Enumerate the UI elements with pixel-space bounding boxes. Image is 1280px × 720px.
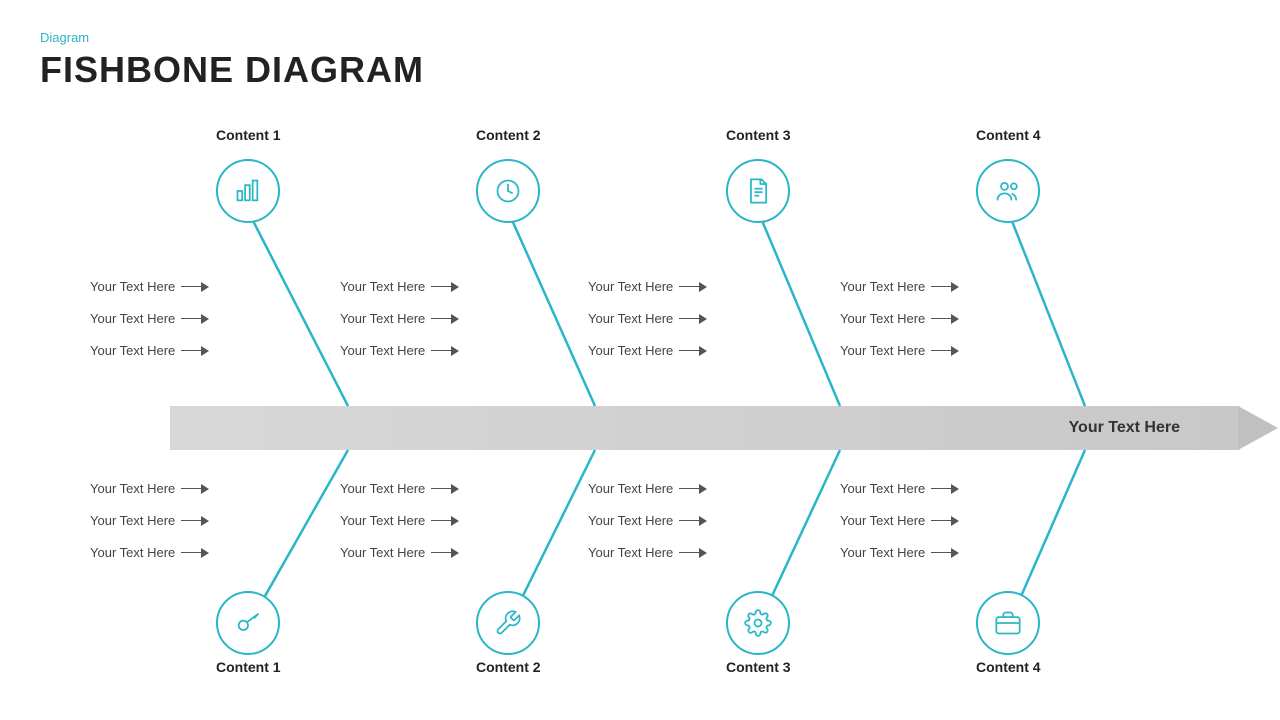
top2-icon-circle [476, 159, 540, 223]
arrow-icon [679, 282, 707, 292]
clock-icon [494, 177, 522, 205]
arrow-icon [679, 346, 707, 356]
bot3-label: Content 3 [726, 659, 790, 675]
diagram-area: Your Text Here Content 1 Your Text Here … [40, 111, 1240, 671]
spine-bar: Your Text Here [170, 406, 1240, 450]
top3-text2: Your Text Here [588, 311, 707, 326]
arrow-icon [931, 314, 959, 324]
bot1-text1: Your Text Here [90, 481, 209, 496]
arrow-icon [931, 282, 959, 292]
briefcase-icon [994, 609, 1022, 637]
bot1-label: Content 1 [216, 659, 280, 675]
top2-label: Content 2 [476, 127, 540, 143]
top3-text3: Your Text Here [588, 343, 707, 358]
bot1-icon-circle [216, 591, 280, 655]
top2-text3: Your Text Here [340, 343, 459, 358]
arrow-icon [181, 282, 209, 292]
bot3-text1: Your Text Here [588, 481, 707, 496]
arrow-icon [679, 484, 707, 494]
bot3-text2: Your Text Here [588, 513, 707, 528]
top2-text2: Your Text Here [340, 311, 459, 326]
bot3-text3: Your Text Here [588, 545, 707, 560]
arrow-icon [931, 346, 959, 356]
arrow-icon [431, 346, 459, 356]
wrench-icon [494, 609, 522, 637]
gear-icon [744, 609, 772, 637]
top3-label: Content 3 [726, 127, 790, 143]
arrow-icon [431, 314, 459, 324]
arrow-icon [931, 548, 959, 558]
bar-chart-icon [234, 177, 262, 205]
top4-text2: Your Text Here [840, 311, 959, 326]
arrow-icon [431, 516, 459, 526]
bot2-label: Content 2 [476, 659, 540, 675]
bot4-icon-circle [976, 591, 1040, 655]
bot1-text2: Your Text Here [90, 513, 209, 528]
bot4-text3: Your Text Here [840, 545, 959, 560]
top3-text1: Your Text Here [588, 279, 707, 294]
page-title: FISHBONE DIAGRAM [40, 49, 1240, 91]
bot4-text1: Your Text Here [840, 481, 959, 496]
top1-label: Content 1 [216, 127, 280, 143]
top4-label: Content 4 [976, 127, 1040, 143]
spine-text: Your Text Here [1069, 419, 1240, 437]
top4-icon-circle [976, 159, 1040, 223]
spine-arrowhead [1238, 406, 1278, 450]
arrow-icon [931, 516, 959, 526]
top3-icon-circle [726, 159, 790, 223]
bot3-icon-circle [726, 591, 790, 655]
arrow-icon [679, 314, 707, 324]
key-icon [234, 609, 262, 637]
top1-text3: Your Text Here [90, 343, 209, 358]
arrow-icon [679, 516, 707, 526]
bot2-icon-circle [476, 591, 540, 655]
arrow-icon [931, 484, 959, 494]
top1-text1: Your Text Here [90, 279, 209, 294]
arrow-icon [181, 484, 209, 494]
top1-icon-circle [216, 159, 280, 223]
bot2-text2: Your Text Here [340, 513, 459, 528]
arrow-icon [679, 548, 707, 558]
arrow-icon [181, 548, 209, 558]
arrow-icon [431, 282, 459, 292]
users-icon [994, 177, 1022, 205]
top4-text3: Your Text Here [840, 343, 959, 358]
bot1-text3: Your Text Here [90, 545, 209, 560]
bot4-text2: Your Text Here [840, 513, 959, 528]
document-icon [744, 177, 772, 205]
diagram-label: Diagram [40, 30, 1240, 45]
top2-text1: Your Text Here [340, 279, 459, 294]
arrow-icon [431, 484, 459, 494]
page: Diagram FISHBONE DIAGRAM Your Text [0, 0, 1280, 720]
arrow-icon [181, 314, 209, 324]
bot4-label: Content 4 [976, 659, 1040, 675]
arrow-icon [181, 516, 209, 526]
arrow-icon [181, 346, 209, 356]
bot2-text1: Your Text Here [340, 481, 459, 496]
top4-text1: Your Text Here [840, 279, 959, 294]
bot2-text3: Your Text Here [340, 545, 459, 560]
arrow-icon [431, 548, 459, 558]
top1-text2: Your Text Here [90, 311, 209, 326]
